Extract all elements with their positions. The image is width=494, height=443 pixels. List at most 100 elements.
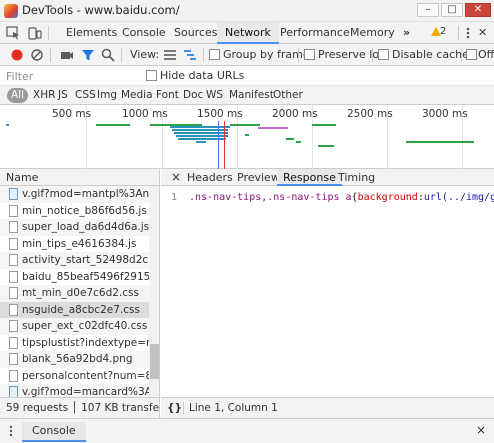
close-window-button[interactable]: ✕ (465, 3, 491, 17)
maximize-button[interactable]: □ (441, 3, 463, 17)
warning-count[interactable]: 2 (440, 26, 446, 37)
disable-cache-label: Disable cache (392, 48, 469, 61)
request-row[interactable]: baidu_85beaf5496f291521eb7 (0, 269, 149, 286)
preserve-log-checkbox[interactable] (304, 49, 315, 60)
timeline-bar (174, 132, 228, 134)
device-toolbar-icon[interactable] (28, 26, 42, 40)
kebab-menu-icon[interactable] (463, 26, 473, 40)
file-icon (9, 353, 18, 365)
dom-content-loaded-marker (218, 121, 219, 169)
timeline-tick-label: 2000 ms (272, 108, 318, 120)
file-icon (9, 237, 18, 250)
minimize-button[interactable]: – (417, 3, 439, 17)
request-detail-panel: × Headers Preview Response Timing 1 .ns-… (161, 169, 494, 397)
timeline-bar (172, 129, 228, 131)
response-status-bar: {} Line 1, Column 1 (161, 397, 494, 418)
toolbar-divider (121, 48, 122, 62)
network-overview-timeline[interactable]: 500 ms 1000 ms 1500 ms 2000 ms 2500 ms 3… (0, 105, 494, 169)
request-row[interactable]: super_load_da6d4d6a.js (0, 219, 149, 236)
timeline-tick-label: 3000 ms (422, 108, 468, 120)
timeline-bar (170, 126, 230, 128)
type-filter-ws[interactable]: WS (203, 88, 226, 103)
request-row[interactable]: activity_start_52498d2c.js (0, 252, 149, 269)
request-row[interactable]: v.gif?mod=mantpl%3Anews& (0, 186, 149, 203)
offline-checkbox[interactable] (466, 49, 477, 60)
file-icon (9, 320, 18, 332)
request-name: v.gif?mod=mancard%3Askelet (22, 386, 149, 397)
css-selector: .ns-nav-tips,.ns-nav-tips a (189, 192, 352, 203)
request-list: v.gif?mod=mantpl%3Anews& min_notice_b86f… (0, 186, 149, 397)
type-filter-all[interactable]: All (7, 88, 29, 103)
request-row[interactable]: super_ext_c02dfc40.css (0, 318, 149, 335)
request-row[interactable]: blank_56a92bd4.png (0, 351, 149, 368)
type-filter-media[interactable]: Media (118, 88, 156, 103)
record-icon[interactable] (10, 48, 24, 62)
network-toolbar: View: Group by frame Preserve log Disabl… (0, 44, 494, 66)
filter-icon[interactable] (81, 48, 95, 62)
tab-memory[interactable]: Memory (342, 22, 403, 44)
file-icon (9, 336, 18, 349)
request-row[interactable]: tipsplustist?indextype=manht. (0, 335, 149, 352)
toolbar-divider (372, 48, 373, 62)
inspect-element-icon[interactable] (6, 26, 20, 40)
request-row[interactable]: min_notice_b86f6d56.js (0, 203, 149, 220)
tab-console[interactable]: Console (114, 22, 174, 44)
file-icon (9, 369, 18, 382)
disable-cache-checkbox[interactable] (378, 49, 389, 60)
request-row[interactable]: personalcontent?num=8&inde (0, 368, 149, 385)
view-label: View: (130, 48, 160, 61)
file-icon (9, 287, 18, 299)
request-name: personalcontent?num=8&inde (22, 369, 149, 382)
timeline-bar (258, 127, 288, 129)
scrollbar-thumb[interactable] (150, 344, 159, 379)
status-divider (183, 402, 184, 414)
type-filter-font[interactable]: Font (153, 88, 182, 103)
large-rows-icon[interactable] (163, 48, 177, 62)
waterfall-icon[interactable] (183, 48, 197, 62)
timeline-bar (406, 141, 474, 143)
file-icon (9, 270, 18, 283)
file-icon (9, 221, 18, 233)
file-icon (9, 254, 18, 266)
pretty-print-button[interactable]: {} (167, 398, 182, 418)
filter-input[interactable] (6, 68, 136, 84)
image-file-icon (9, 188, 18, 200)
search-icon[interactable] (101, 48, 115, 62)
toolbar-divider (461, 48, 462, 62)
request-name: tipsplustist?indextype=manht. (22, 336, 149, 349)
request-name: mt_min_d0e7c6d2.css (22, 287, 139, 299)
type-filter-img[interactable]: Img (94, 88, 120, 103)
chrome-app-icon (4, 4, 18, 18)
request-row[interactable]: mt_min_d0e7c6d2.css (0, 285, 149, 302)
type-filter-js[interactable]: JS (55, 88, 71, 103)
drawer-menu-icon[interactable] (9, 425, 13, 437)
timeline-bar (296, 141, 301, 143)
cursor-position: Line 1, Column 1 (189, 402, 278, 414)
clear-icon[interactable] (30, 48, 44, 62)
screenshot-camera-icon[interactable] (60, 48, 74, 62)
resource-type-filter-bar: All XHR JS CSS Img Media Font Doc WS Man… (0, 86, 494, 105)
group-by-frame-checkbox[interactable] (209, 49, 220, 60)
close-devtools-button[interactable]: ✕ (474, 22, 491, 44)
tab-network[interactable]: Network (217, 22, 279, 44)
type-filter-other[interactable]: Other (270, 88, 306, 103)
detail-tab-bar: × Headers Preview Response Timing (161, 169, 494, 186)
hide-data-urls-checkbox[interactable] (146, 70, 157, 81)
response-code-viewer[interactable]: 1 .ns-nav-tips,.ns-nav-tips a{background… (161, 187, 494, 397)
timeline-bar (286, 138, 294, 140)
name-column-header[interactable]: Name (0, 169, 159, 186)
close-drawer-button[interactable]: × (476, 423, 486, 437)
network-summary-bar: 59 requests │ 107 KB transferred │ (0, 397, 160, 418)
request-name: baidu_85beaf5496f291521eb7 (22, 270, 149, 283)
offline-label: Offl (478, 48, 494, 61)
request-row[interactable]: v.gif?mod=mancard%3Askelet (0, 384, 149, 397)
request-name: nsguide_a8cbc2e7.css (22, 303, 140, 316)
request-row-selected[interactable]: nsguide_a8cbc2e7.css (0, 301, 149, 318)
more-tabs-button[interactable]: » (395, 22, 418, 44)
request-name: min_notice_b86f6d56.js (22, 204, 147, 217)
request-row[interactable]: min_tips_e4616384.js (0, 236, 149, 253)
drawer-tab-console[interactable]: Console (22, 422, 86, 442)
toolbar-divider (50, 48, 51, 62)
tab-timing[interactable]: Timing (332, 169, 381, 186)
main-tab-bar: Elements Console Sources Network Perform… (0, 22, 494, 44)
